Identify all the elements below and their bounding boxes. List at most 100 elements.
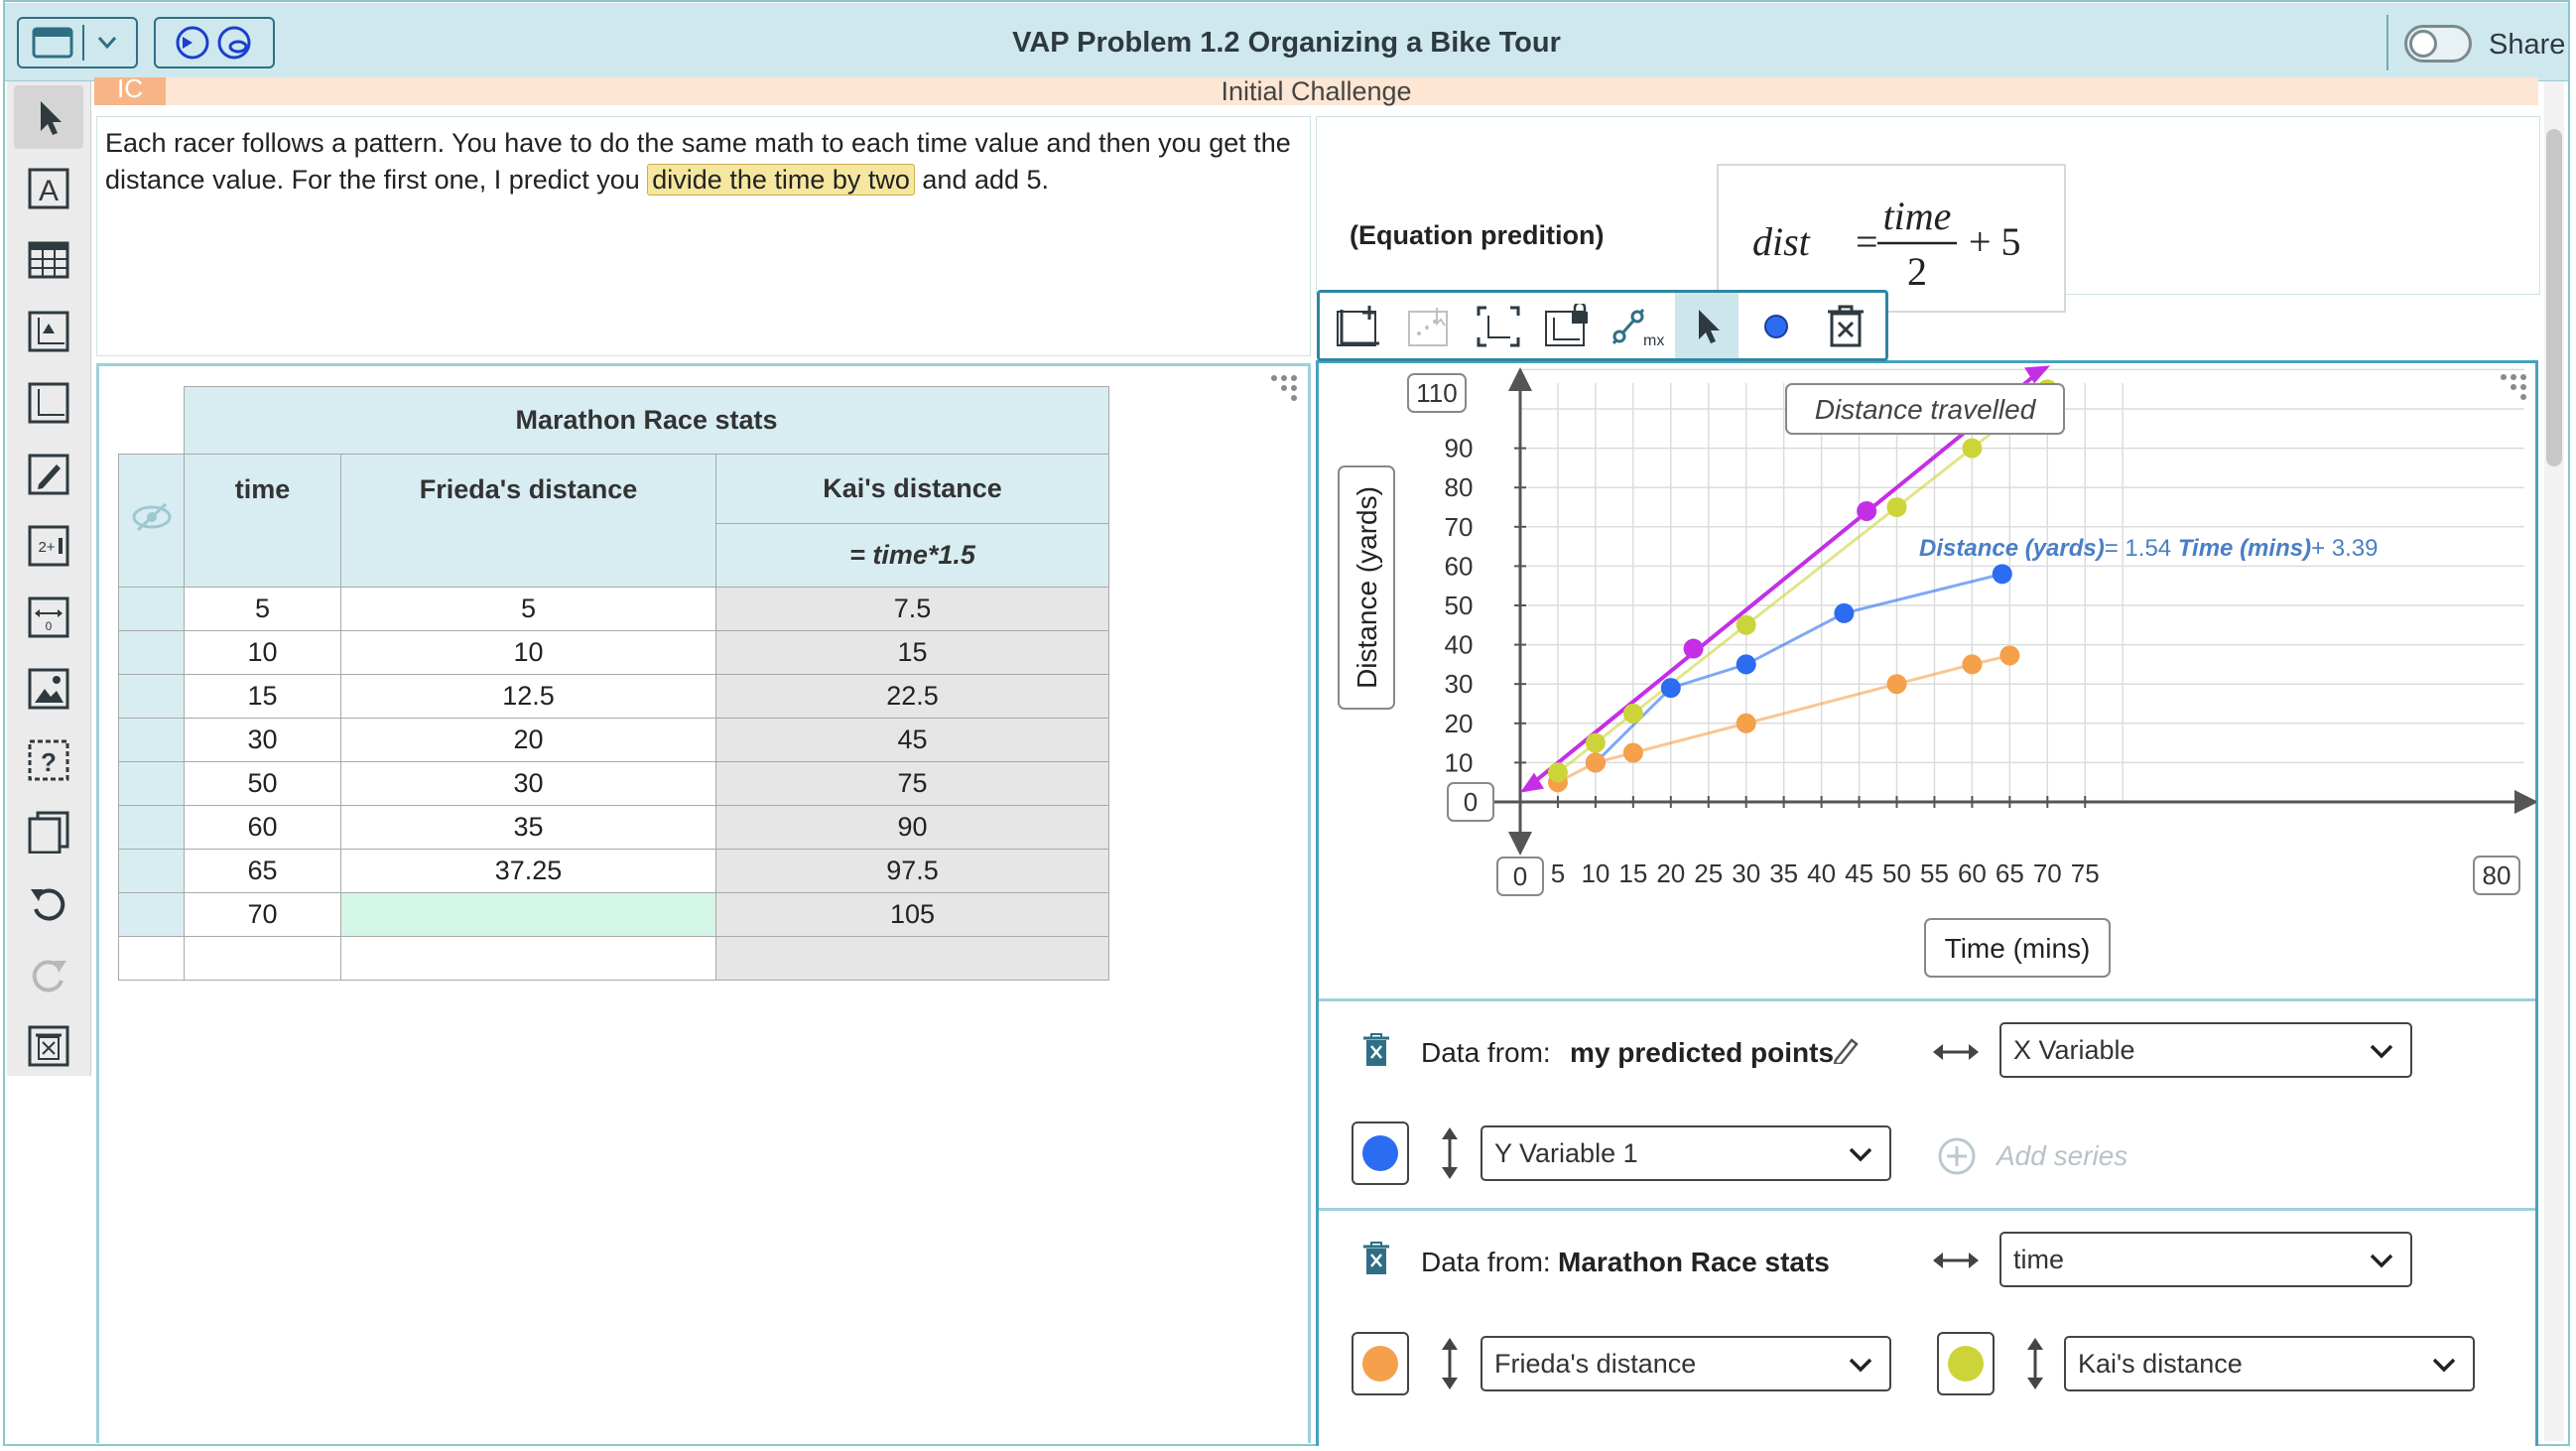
table-cell[interactable]: 90: [715, 805, 1109, 850]
row-index-cell[interactable]: [118, 587, 185, 631]
table-row[interactable]: 30 20 45: [118, 718, 1109, 762]
row-index-cell[interactable]: [118, 805, 185, 850]
y-variable-select-1[interactable]: Y Variable 1: [1481, 1125, 1891, 1181]
drawing-tool-button[interactable]: [14, 443, 83, 506]
redo-button[interactable]: [14, 943, 83, 1006]
series-color-button-1[interactable]: [1352, 1121, 1409, 1185]
text-tool-button[interactable]: A: [14, 157, 83, 220]
graph-points-icon: [1408, 308, 1448, 346]
table-cell[interactable]: 70: [184, 892, 341, 937]
movable-line-button[interactable]: mx: [1606, 299, 1669, 354]
table-row[interactable]: 50 30 75: [118, 761, 1109, 806]
row-index-cell[interactable]: [118, 936, 185, 981]
blank-graph-tool-button[interactable]: [14, 371, 83, 435]
remove-data-1-icon[interactable]: [1361, 1032, 1391, 1070]
graph-tool-button[interactable]: [14, 300, 83, 363]
title-separator: [2386, 15, 2388, 70]
kai-formula[interactable]: = time*1.5: [715, 523, 1109, 588]
table-row[interactable]: 70 105: [118, 892, 1109, 937]
row-index-cell[interactable]: [118, 761, 185, 806]
table-cell[interactable]: 50: [184, 761, 341, 806]
delete-graph-item-button[interactable]: [1814, 299, 1877, 354]
number-line-tool-button[interactable]: 0: [14, 586, 83, 649]
table-cell[interactable]: 10: [184, 630, 341, 675]
table-cell[interactable]: 7.5: [715, 587, 1109, 631]
table-cell[interactable]: 5: [184, 587, 341, 631]
series-color-button-3[interactable]: [1937, 1332, 1995, 1395]
row-index-cell[interactable]: [118, 630, 185, 675]
table-cell[interactable]: 15: [184, 674, 341, 719]
table-cell[interactable]: 30: [340, 761, 716, 806]
table-row[interactable]: 5 5 7.5: [118, 587, 1109, 631]
table-row[interactable]: 10 10 15: [118, 630, 1109, 675]
table-cell[interactable]: [184, 936, 341, 981]
row-index-cell[interactable]: [118, 718, 185, 762]
table-cell[interactable]: 35: [340, 805, 716, 850]
data-point: [1547, 762, 1568, 783]
undo-button[interactable]: [14, 871, 83, 935]
table-cell[interactable]: 5: [340, 587, 716, 631]
col-header-time[interactable]: time: [184, 454, 341, 588]
x-tick-label: 60: [1958, 858, 1987, 888]
y-variable-select-frieda[interactable]: Frieda's distance: [1481, 1336, 1891, 1391]
x-tick-label: 35: [1769, 858, 1798, 888]
add-series-label[interactable]: Add series: [1996, 1140, 2127, 1172]
drag-handle-icon[interactable]: [1264, 370, 1298, 404]
table-row[interactable]: 15 12.5 22.5: [118, 674, 1109, 719]
x-variable-select-2[interactable]: time: [1999, 1232, 2412, 1287]
add-series-icon[interactable]: [1937, 1136, 1977, 1176]
table-cell[interactable]: 12.5: [340, 674, 716, 719]
col-header-frieda[interactable]: Frieda's distance: [340, 454, 716, 588]
edit-pencil-icon[interactable]: [1832, 1034, 1862, 1064]
data-point: [1962, 438, 1983, 459]
text-tile[interactable]: Each racer follows a pattern. You have t…: [96, 116, 1311, 356]
table-cell[interactable]: [340, 936, 716, 981]
table-tool-button[interactable]: [14, 228, 83, 292]
table-cell[interactable]: 37.25: [340, 849, 716, 893]
table-cell[interactable]: 22.5: [715, 674, 1109, 719]
table-cell[interactable]: 15: [715, 630, 1109, 675]
table-cell[interactable]: 65: [184, 849, 341, 893]
image-tool-button[interactable]: [14, 657, 83, 721]
table-cell[interactable]: [340, 892, 716, 937]
table-cell[interactable]: [715, 936, 1109, 981]
scrollbar-thumb[interactable]: [2546, 129, 2562, 466]
table-cell[interactable]: 45: [715, 718, 1109, 762]
row-index-cell[interactable]: [118, 892, 185, 937]
add-graph-button[interactable]: [1328, 299, 1391, 354]
point-color-button[interactable]: [1744, 299, 1808, 354]
col-header-kai[interactable]: Kai's distance: [715, 454, 1109, 524]
fit-axes-button[interactable]: [1467, 299, 1530, 354]
table-row[interactable]: 60 35 90: [118, 805, 1109, 850]
select-mode-button[interactable]: [1675, 293, 1739, 358]
delete-tool-button[interactable]: [14, 1014, 83, 1078]
y-variable-select-kai[interactable]: Kai's distance: [2064, 1336, 2475, 1391]
series-color-button-2[interactable]: [1352, 1332, 1409, 1395]
table-cell[interactable]: 97.5: [715, 849, 1109, 893]
chevron-down-icon: [1849, 1358, 1872, 1373]
chart-canvas[interactable]: 5 10 15 20 25 30 35 40 45 50 55 60 65 70 75 10 20 30 40 50 6…: [1320, 363, 2536, 998]
share-toggle[interactable]: [2404, 25, 2472, 63]
row-index-cell[interactable]: [118, 674, 185, 719]
x-variable-select-1[interactable]: X Variable: [1999, 1022, 2412, 1078]
hide-column-cell[interactable]: [118, 454, 185, 588]
table-row[interactable]: [118, 936, 1109, 981]
table-cell[interactable]: 105: [715, 892, 1109, 937]
table-cell[interactable]: 30: [184, 718, 341, 762]
table-cell[interactable]: 75: [715, 761, 1109, 806]
highlighted-text[interactable]: divide the time by two: [647, 164, 915, 196]
table-cell[interactable]: 20: [340, 718, 716, 762]
select-tool-button[interactable]: [14, 85, 83, 149]
duplicate-tool-button[interactable]: [14, 800, 83, 863]
table-cell[interactable]: 10: [340, 630, 716, 675]
remove-data-2-icon[interactable]: [1361, 1241, 1391, 1278]
table-row[interactable]: 65 37.25 97.5: [118, 849, 1109, 893]
add-points-button[interactable]: [1397, 299, 1461, 354]
lock-axes-button[interactable]: [1536, 299, 1600, 354]
question-tool-button[interactable]: ?: [14, 728, 83, 792]
table-cell[interactable]: 60: [184, 805, 341, 850]
row-index-cell[interactable]: [118, 849, 185, 893]
x-tick-label: 10: [1581, 858, 1610, 888]
expression-tool-button[interactable]: 2+: [14, 514, 83, 578]
marathon-table[interactable]: Marathon Race stats time Frieda's distan…: [118, 386, 1109, 981]
